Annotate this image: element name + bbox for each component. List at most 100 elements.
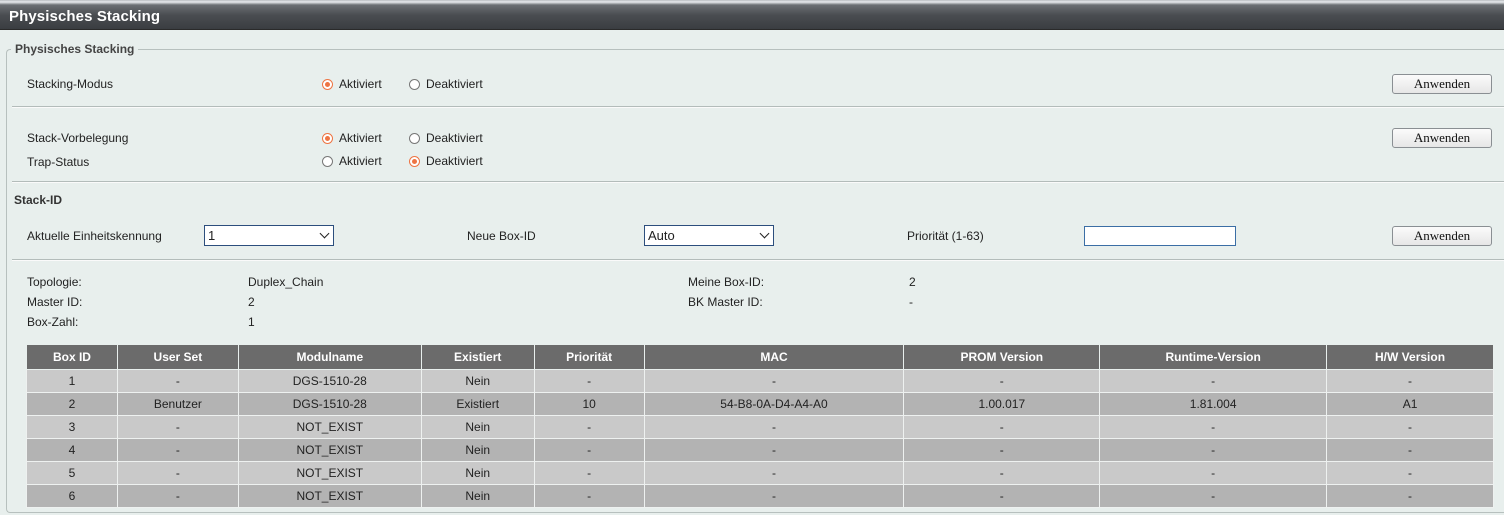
mac-cell: -: [643, 369, 905, 393]
priority-cell: -: [533, 369, 645, 393]
new-box-id-label: Neue Box-ID: [467, 229, 536, 243]
col-header-module-name: Modulname: [237, 344, 422, 370]
stacking-mode-apply-button[interactable]: Anwenden: [1392, 74, 1492, 94]
priority-cell: -: [533, 484, 645, 508]
new-box-id-select[interactable]: Auto: [644, 225, 774, 246]
module-name-cell: NOT_EXIST: [237, 415, 422, 439]
stacking-mode-label: Stacking-Modus: [27, 77, 114, 91]
user-set-cell: -: [116, 438, 239, 462]
radio-checked-icon: [322, 132, 333, 144]
radio-label: Deaktiviert: [426, 77, 483, 91]
current-unit-value: 1: [208, 228, 216, 243]
mac-cell: 54-B8-0A-D4-A4-A0: [643, 392, 905, 416]
mac-cell: -: [643, 484, 905, 508]
section-legend: Physisches Stacking: [11, 42, 139, 56]
exists-cell: Existiert: [420, 392, 535, 416]
prom-version-cell: -: [903, 415, 1101, 439]
table-row: 5- NOT_EXIST Nein - - - - -: [26, 461, 1494, 485]
my-box-id-value: 2: [909, 275, 916, 289]
box-id-cell: 2: [26, 392, 118, 416]
divider: [12, 259, 1504, 261]
divider: [12, 106, 1504, 108]
priority-cell: -: [533, 461, 645, 485]
runtime-version-cell: -: [1099, 461, 1328, 485]
hw-version-cell: -: [1326, 369, 1494, 393]
prom-version-cell: -: [903, 369, 1101, 393]
radio-label: Aktiviert: [339, 77, 382, 91]
current-unit-select[interactable]: 1: [204, 225, 334, 246]
stack-preempt-enabled-radio[interactable]: Aktiviert: [322, 131, 382, 145]
trap-status-disabled-radio[interactable]: Deaktiviert: [409, 154, 483, 168]
user-set-cell: -: [116, 369, 239, 393]
radio-label: Aktiviert: [339, 131, 382, 145]
topology-label: Topologie:: [27, 275, 82, 289]
module-name-cell: NOT_EXIST: [237, 438, 422, 462]
radio-label: Deaktiviert: [426, 131, 483, 145]
hw-version-cell: -: [1326, 415, 1494, 439]
bk-master-id-value: -: [909, 295, 913, 309]
mac-cell: -: [643, 438, 905, 462]
radio-unchecked-icon: [409, 132, 420, 144]
radio-unchecked-icon: [322, 155, 333, 167]
my-box-id-label: Meine Box-ID:: [688, 275, 765, 289]
hw-version-cell: -: [1326, 438, 1494, 462]
table-row: 2 Benutzer DGS-1510-28 Existiert 10 54-B8-0A-…: [26, 392, 1494, 416]
col-header-box-id: Box ID: [26, 344, 118, 370]
runtime-version-cell: -: [1099, 369, 1328, 393]
priority-cell: 10: [533, 392, 645, 416]
chevron-down-icon: [319, 228, 330, 239]
stack-preempt-label: Stack-Vorbelegung: [27, 131, 129, 145]
col-header-prom-version: PROM Version: [903, 344, 1101, 370]
box-id-cell: 6: [26, 484, 118, 508]
mac-cell: -: [643, 415, 905, 439]
topology-value: Duplex_Chain: [248, 275, 324, 289]
col-header-priority: Priorität: [533, 344, 645, 370]
master-id-label: Master ID:: [27, 295, 83, 309]
radio-label: Aktiviert: [339, 154, 382, 168]
radio-checked-icon: [409, 155, 420, 167]
module-name-cell: DGS-1510-28: [237, 369, 422, 393]
exists-cell: Nein: [420, 484, 535, 508]
bk-master-id-label: BK Master ID:: [688, 295, 763, 309]
stacking-mode-enabled-radio[interactable]: Aktiviert: [322, 77, 382, 91]
col-header-mac: MAC: [643, 344, 905, 370]
runtime-version-cell: -: [1099, 415, 1328, 439]
table-row: 3- NOT_EXIST Nein - - - - -: [26, 415, 1494, 439]
prom-version-cell: 1.00.017: [903, 392, 1101, 416]
col-header-exists: Existiert: [420, 344, 535, 370]
box-id-cell: 4: [26, 438, 118, 462]
radio-checked-icon: [322, 78, 333, 90]
stacking-mode-disabled-radio[interactable]: Deaktiviert: [409, 77, 483, 91]
user-set-cell: -: [116, 461, 239, 485]
table-row: 4- NOT_EXIST Nein - - - - -: [26, 438, 1494, 462]
radio-unchecked-icon: [409, 78, 420, 90]
divider: [12, 181, 1504, 183]
user-set-cell: Benutzer: [116, 392, 239, 416]
col-header-user-set: User Set: [116, 344, 239, 370]
runtime-version-cell: -: [1099, 438, 1328, 462]
radio-label: Deaktiviert: [426, 154, 483, 168]
hw-version-cell: A1: [1326, 392, 1494, 416]
title-bar: Physisches Stacking: [0, 0, 1504, 30]
trap-status-enabled-radio[interactable]: Aktiviert: [322, 154, 382, 168]
exists-cell: Nein: [420, 461, 535, 485]
priority-input[interactable]: [1084, 226, 1236, 246]
box-id-cell: 5: [26, 461, 118, 485]
runtime-version-cell: 1.81.004: [1099, 392, 1328, 416]
hw-version-cell: -: [1326, 484, 1494, 508]
module-name-cell: NOT_EXIST: [237, 484, 422, 508]
stack-id-heading: Stack-ID: [14, 193, 63, 207]
stack-id-apply-button[interactable]: Anwenden: [1392, 226, 1492, 246]
table-row: 6- NOT_EXIST Nein - - - - -: [26, 484, 1494, 508]
chevron-down-icon: [759, 228, 770, 239]
user-set-cell: -: [116, 415, 239, 439]
runtime-version-cell: -: [1099, 484, 1328, 508]
stack-preempt-disabled-radio[interactable]: Deaktiviert: [409, 131, 483, 145]
user-set-cell: -: [116, 484, 239, 508]
page-title: Physisches Stacking: [9, 8, 161, 25]
prom-version-cell: -: [903, 484, 1101, 508]
box-count-value: 1: [248, 315, 255, 329]
exists-cell: Nein: [420, 438, 535, 462]
stack-preempt-apply-button[interactable]: Anwenden: [1392, 128, 1492, 148]
master-id-value: 2: [248, 295, 255, 309]
